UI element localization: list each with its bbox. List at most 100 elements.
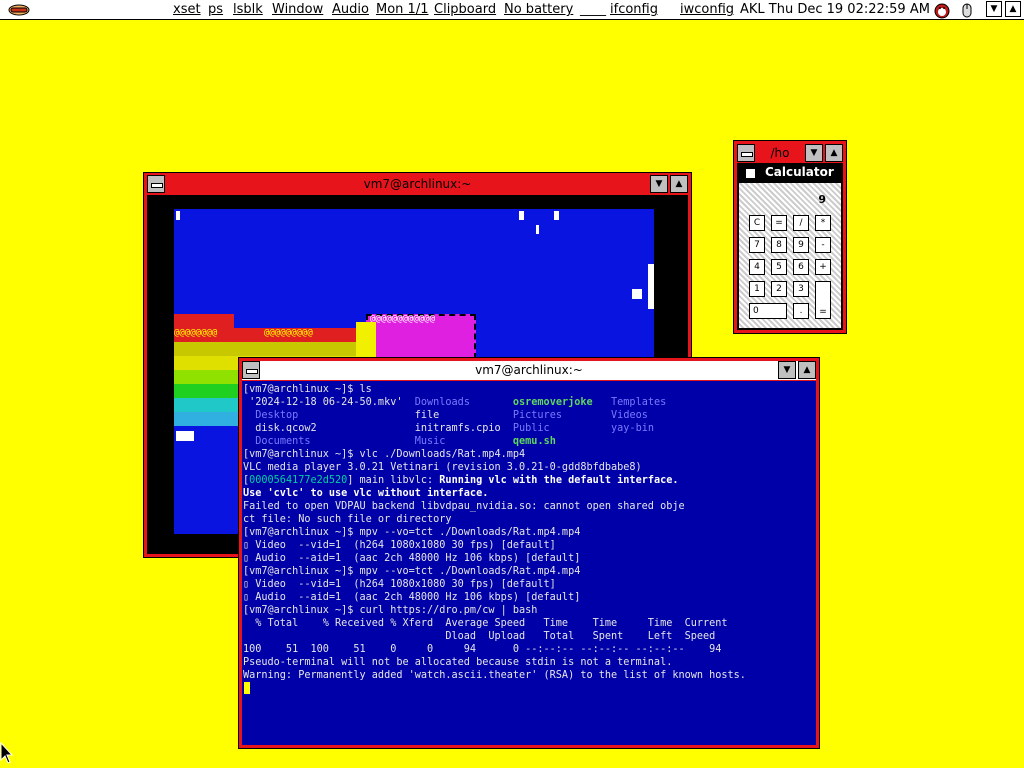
- calc-client: Calculator 9 C = / * 7 8 9 - 4 5 6 + 1 2…: [737, 163, 843, 330]
- terminal-line: disk.qcow2 initramfs.cpio Public yay-bin: [243, 422, 746, 435]
- video-artifact-label: @@@@@@@@@: [264, 328, 313, 338]
- video-artifact-dot: [648, 264, 654, 309]
- back-window-minimize-button[interactable]: ▼: [650, 175, 668, 193]
- calc-display: 9: [818, 193, 826, 206]
- front-terminal-window[interactable]: vm7@archlinux:~ ▼ ▲ [vm7@archlinux ~]$ l…: [238, 357, 820, 749]
- calc-key-equals[interactable]: =: [815, 281, 831, 319]
- video-artifact-dot: [632, 289, 642, 299]
- video-artifact-dot: [176, 211, 180, 220]
- calc-key-c[interactable]: C: [749, 215, 765, 231]
- terminal-line: ▯ Video --vid=1 (h264 1080x1080 30 fps) …: [243, 578, 746, 591]
- calc-window-title: /ho: [770, 146, 790, 160]
- penguin-icon[interactable]: [933, 1, 951, 19]
- hotdog-icon[interactable]: [8, 2, 30, 16]
- terminal-line: ▯ Video --vid=1 (h264 1080x1080 30 fps) …: [243, 539, 746, 552]
- menu-clipboard[interactable]: Clipboard: [434, 2, 496, 18]
- terminal-text: ct file: No such file or directory: [243, 514, 452, 525]
- terminal-line: ▯ Audio --aid=1 (aac 2ch 48000 Hz 106 kb…: [243, 552, 746, 565]
- calc-key-equals-top[interactable]: =: [771, 215, 787, 231]
- terminal-line: 100 51 100 51 0 0 94 0 --:--:-- --:--:--…: [243, 643, 746, 656]
- menu-audio[interactable]: Audio: [332, 2, 369, 18]
- terminal-text: qemu.sh: [512, 436, 556, 447]
- menu-xset[interactable]: xset: [173, 2, 201, 18]
- video-artifact-strip: [174, 314, 234, 328]
- terminal-text: ▯ Audio --aid=1 (aac 2ch 48000 Hz 106 kb…: [243, 553, 581, 564]
- terminal-text: osremoverjoke: [512, 397, 593, 408]
- terminal-output[interactable]: [vm7@archlinux ~]$ ls '2024-12-18 06-24-…: [242, 381, 816, 745]
- terminal-text: VLC media player 3.0.21 Vetinari (revisi…: [243, 462, 642, 473]
- terminal-text: Downloads: [414, 397, 470, 408]
- terminal-text: disk.qcow2 initramfs.cpio: [243, 423, 513, 434]
- video-artifact-dot: [176, 431, 194, 441]
- desktop[interactable]: xset ps lsblk Window Audio Mon 1/1 Clipb…: [0, 0, 1024, 768]
- menu-lsblk[interactable]: lsblk: [233, 2, 263, 18]
- front-window-minimize-button[interactable]: ▼: [778, 361, 796, 379]
- video-artifact-block: [356, 322, 376, 362]
- front-window-maximize-button[interactable]: ▲: [798, 361, 816, 379]
- menu-ifconfig[interactable]: ifconfig: [610, 2, 658, 18]
- terminal-line: Use 'cvlc' to use vlc without interface.: [243, 487, 746, 500]
- menu-window[interactable]: Window: [272, 2, 323, 18]
- terminal-line: Documents Music qemu.sh: [243, 435, 746, 448]
- menu-battery[interactable]: No battery: [504, 2, 573, 18]
- calc-key-5[interactable]: 5: [771, 259, 787, 275]
- calc-checkbox[interactable]: [745, 168, 756, 179]
- calc-key-1[interactable]: 1: [749, 281, 765, 297]
- menu-iwconfig[interactable]: iwconfig: [680, 2, 734, 18]
- front-window-titlebar[interactable]: vm7@archlinux:~ ▼ ▲: [242, 361, 816, 380]
- calc-key-6[interactable]: 6: [793, 259, 809, 275]
- terminal-text: Public: [512, 423, 550, 434]
- terminal-text: Failed to open VDPAU backend libvdpau_nv…: [243, 501, 685, 512]
- calc-key-0[interactable]: 0: [749, 303, 787, 319]
- calc-key-minus[interactable]: -: [815, 237, 831, 253]
- terminal-line: ▯ Audio --aid=1 (aac 2ch 48000 Hz 106 kb…: [243, 591, 746, 604]
- calc-key-multiply[interactable]: *: [815, 215, 831, 231]
- terminal-text: Templates: [611, 397, 667, 408]
- terminal-line: [vm7@archlinux ~]$ mpv --vo=tct ./Downlo…: [243, 565, 746, 578]
- terminal-text: Desktop: [255, 410, 299, 421]
- terminal-text: [vm7@archlinux ~]$ mpv --vo=tct ./Downlo…: [243, 527, 581, 538]
- terminal-line: [0000564177e2d520] main libvlc: Running …: [243, 474, 746, 487]
- terminal-line: [vm7@archlinux ~]$ curl https://dro.pm/c…: [243, 604, 746, 617]
- terminal-line: Failed to open VDPAU backend libvdpau_nv…: [243, 500, 746, 513]
- scroll-up-button[interactable]: ▲: [1005, 1, 1021, 17]
- calc-window-minimize-button[interactable]: ▼: [805, 144, 823, 162]
- terminal-cursor: [244, 682, 250, 694]
- calc-key-plus[interactable]: +: [815, 259, 831, 275]
- terminal-text: Videos: [611, 410, 648, 421]
- terminal-line: [vm7@archlinux ~]$ vlc ./Downloads/Rat.m…: [243, 448, 746, 461]
- back-window-titlebar[interactable]: vm7@archlinux:~ ▼ ▲: [147, 175, 688, 194]
- terminal-text: Dload Upload Total Spent Left Speed: [243, 631, 716, 642]
- menu-monitor[interactable]: Mon 1/1: [376, 2, 428, 18]
- terminal-line: % Total % Received % Xferd Average Speed…: [243, 617, 746, 630]
- calc-key-decimal[interactable]: .: [793, 303, 809, 319]
- menu-ps[interactable]: ps: [208, 2, 223, 18]
- terminal-lines: [vm7@archlinux ~]$ ls '2024-12-18 06-24-…: [243, 383, 746, 682]
- terminal-line: ct file: No such file or directory: [243, 513, 746, 526]
- calc-key-3[interactable]: 3: [793, 281, 809, 297]
- terminal-line: Dload Upload Total Spent Left Speed: [243, 630, 746, 643]
- terminal-line: [vm7@archlinux ~]$ ls: [243, 383, 746, 396]
- calc-window-menu-button[interactable]: [737, 144, 755, 162]
- calc-key-4[interactable]: 4: [749, 259, 765, 275]
- terminal-text: Pseudo-terminal will not be allocated be…: [243, 657, 673, 668]
- calc-key-divide[interactable]: /: [793, 215, 809, 231]
- terminal-text: 0000564177e2d520: [249, 475, 348, 486]
- back-window-maximize-button[interactable]: ▲: [670, 175, 688, 193]
- video-artifact-label: @@@@@@@@: [174, 328, 218, 338]
- calc-key-2[interactable]: 2: [771, 281, 787, 297]
- calc-key-9[interactable]: 9: [793, 237, 809, 253]
- mouse-icon[interactable]: [961, 1, 973, 19]
- calculator-window[interactable]: /ho ▼ ▲ Calculator 9 C = / * 7 8 9 - 4 5…: [733, 140, 847, 334]
- terminal-line: Desktop file Pictures Videos: [243, 409, 746, 422]
- calc-key-8[interactable]: 8: [771, 237, 787, 253]
- scroll-down-button[interactable]: ▼: [986, 1, 1002, 17]
- calc-key-7[interactable]: 7: [749, 237, 765, 253]
- calc-window-titlebar[interactable]: /ho ▼ ▲: [737, 144, 843, 163]
- calc-body: 9 C = / * 7 8 9 - 4 5 6 + 1 2 3 0 . =: [739, 183, 841, 328]
- calc-window-maximize-button[interactable]: ▲: [825, 144, 843, 162]
